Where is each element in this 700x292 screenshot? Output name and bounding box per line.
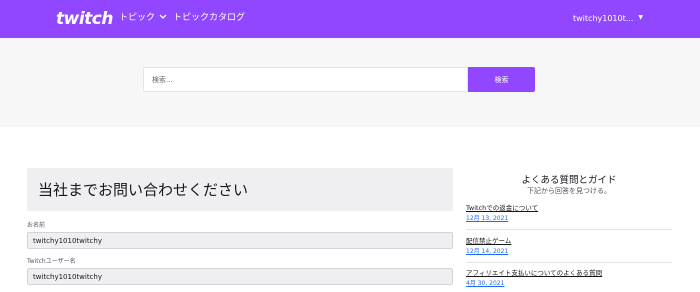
twitch-logo[interactable]: twitch <box>56 9 113 29</box>
search-input[interactable] <box>143 67 468 92</box>
top-navigation-bar: twitch トピック トピックカタログ twitchy1010t... ▼ <box>0 0 700 38</box>
username-field-label: Twitchユーザー名 <box>27 258 76 265</box>
faq-title: よくある質問とガイド <box>521 175 617 186</box>
chevron-down-icon <box>159 12 167 24</box>
user-menu[interactable]: twitchy1010t... ▼ <box>573 12 643 25</box>
faq-link-banned-games[interactable]: 配信禁止ゲーム <box>466 237 672 246</box>
faq-date[interactable]: 12月 13, 2021 <box>466 215 672 223</box>
faq-divider <box>466 262 672 263</box>
username-label: twitchy1010t... <box>573 14 634 23</box>
contact-form-title: 当社までお問い合わせください <box>38 181 249 199</box>
nav-topics-label: トピック <box>119 13 156 23</box>
name-field-label: お名前 <box>27 222 46 229</box>
nav-topic-catalog-label: トピックカタログ <box>173 13 246 23</box>
nav-topic-catalog-link[interactable]: トピックカタログ <box>173 12 245 24</box>
username-field[interactable] <box>27 268 453 285</box>
faq-item: Twitchでの返金について 12月 13, 2021 <box>466 204 672 223</box>
logo-text: twitch <box>56 9 113 29</box>
faq-date[interactable]: 12月 14, 2021 <box>466 248 672 256</box>
faq-item: アフィリエイト支払いについてのよくある質問 4月 30, 2021 <box>466 269 672 288</box>
search-button[interactable]: 検索 <box>468 67 535 92</box>
faq-date[interactable]: 4月 30, 2021 <box>466 280 672 288</box>
nav-topics-menu[interactable]: トピック <box>119 12 167 24</box>
search-band: 検索 <box>0 38 700 127</box>
faq-link-refunds[interactable]: Twitchでの返金について <box>466 204 672 213</box>
faq-subtitle: 下記から回答を見つける。 <box>527 187 611 195</box>
faq-divider <box>466 229 672 230</box>
name-field[interactable] <box>27 232 453 249</box>
contact-form-header: 当社までお問い合わせください <box>27 168 453 211</box>
caret-down-icon: ▼ <box>638 14 643 21</box>
faq-link-affiliate-payments[interactable]: アフィリエイト支払いについてのよくある質問 <box>466 269 672 278</box>
faq-item: 配信禁止ゲーム 12月 14, 2021 <box>466 237 672 256</box>
